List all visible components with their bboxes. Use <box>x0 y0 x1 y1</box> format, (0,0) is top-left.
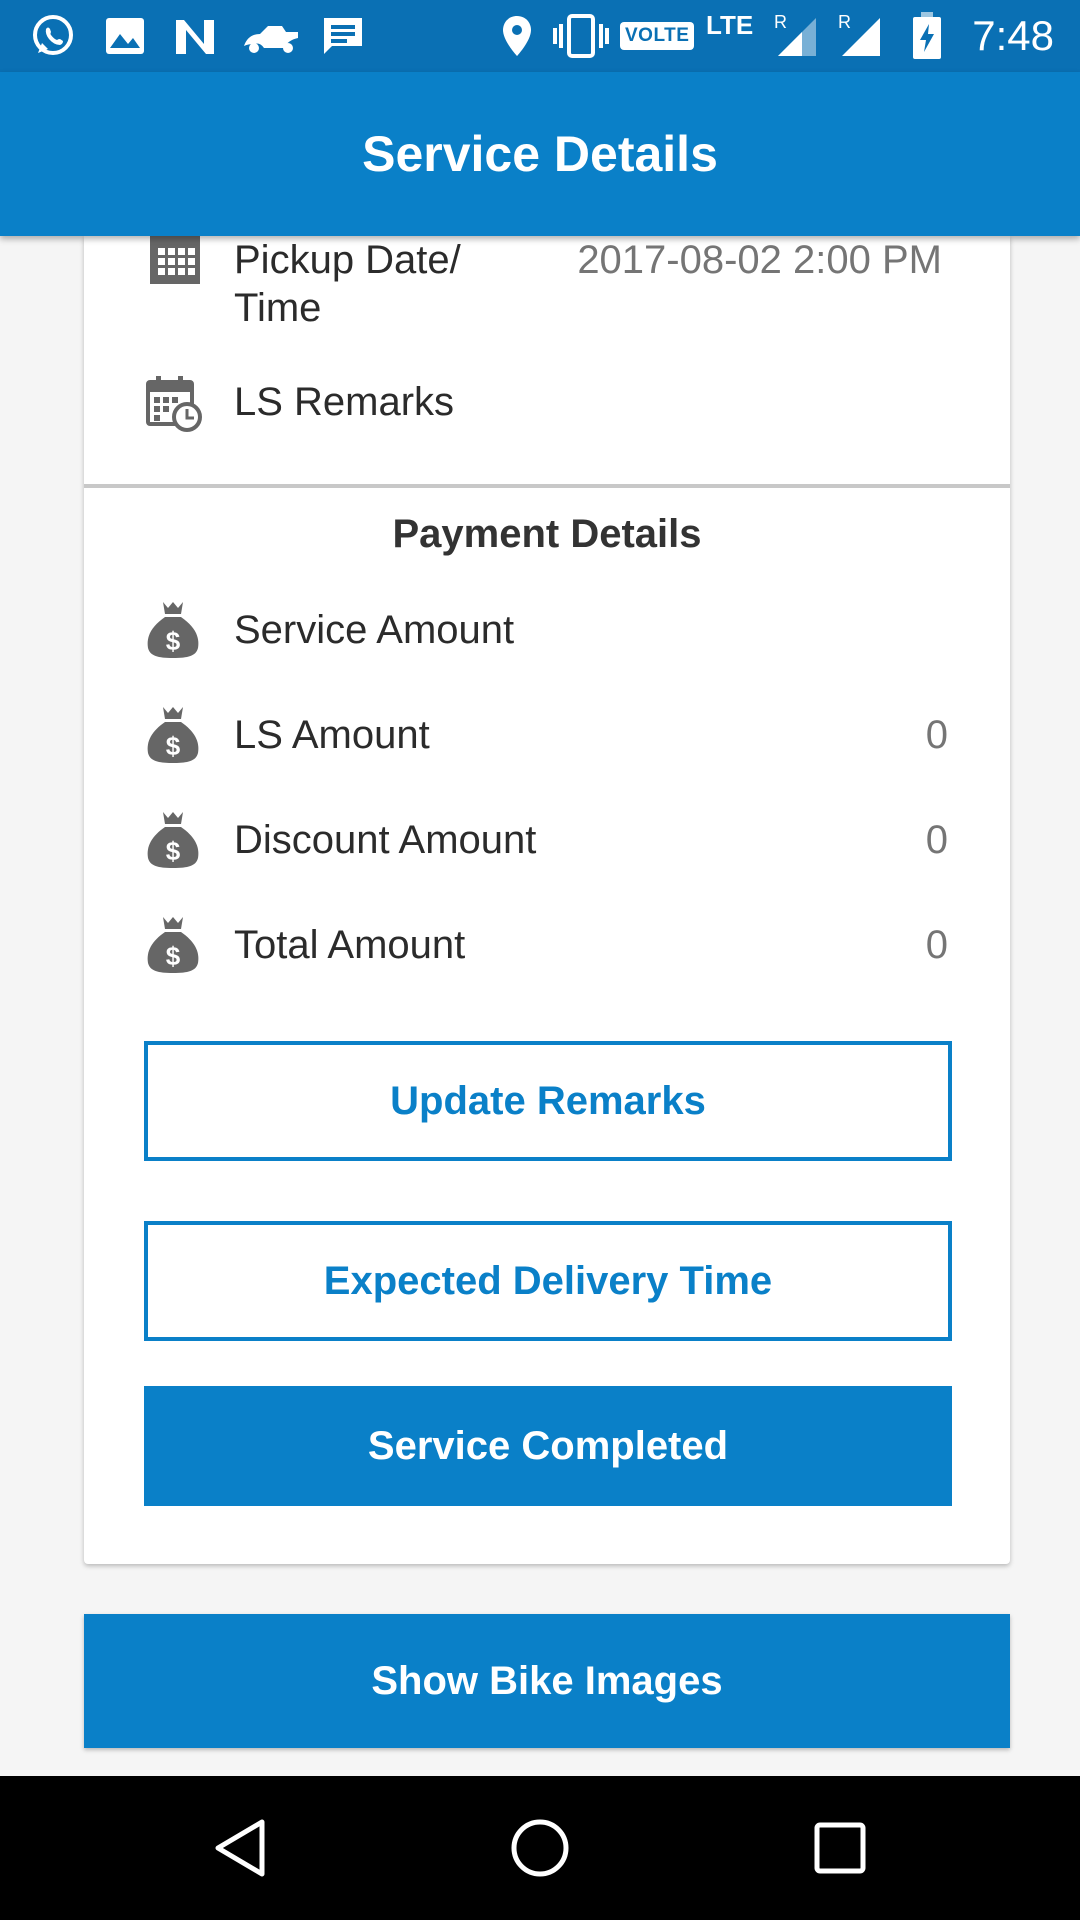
calendar-icon <box>148 236 202 284</box>
money-bag-icon: $ <box>146 705 200 765</box>
volte-label: VOLTE <box>620 22 695 50</box>
roaming-label: R <box>838 12 851 32</box>
money-bag-icon: $ <box>146 600 200 660</box>
payment-label: LS Amount <box>234 713 430 757</box>
location-icon <box>500 14 534 58</box>
payment-value: 0 <box>925 818 948 862</box>
payment-value: 0 <box>925 713 948 757</box>
n-app-icon <box>172 14 218 58</box>
recents-icon[interactable] <box>804 1812 876 1884</box>
expected-delivery-time-button[interactable]: Expected Delivery Time <box>144 1221 952 1341</box>
total-amount-row: $ Total Amount 0 <box>84 917 1010 991</box>
pickup-label-line2: Time <box>234 286 322 330</box>
payment-details-title: Payment Details <box>392 512 702 556</box>
lte-label-wrap: LTE <box>706 10 753 54</box>
svg-text:$: $ <box>166 941 181 971</box>
money-bag-icon: $ <box>146 810 200 870</box>
ls-remarks-label: LS Remarks <box>234 380 455 424</box>
vibrate-icon <box>552 14 610 58</box>
money-bag-icon: $ <box>146 915 200 975</box>
navigation-bar <box>0 1776 1080 1920</box>
pickup-label-line1: Pickup Date/ <box>234 238 461 282</box>
battery-charging-icon <box>912 12 942 59</box>
payment-value: 0 <box>925 923 948 967</box>
svg-text:$: $ <box>166 836 181 866</box>
pickup-datetime-row: Pickup Date/ Time 2017-08-02 2:00 PM <box>84 236 1010 346</box>
update-remarks-button[interactable]: Update Remarks <box>144 1041 952 1161</box>
roaming-label: R <box>774 12 787 32</box>
service-completed-button[interactable]: Service Completed <box>144 1386 952 1506</box>
pickup-datetime-label: Pickup Date/ Time <box>234 236 461 332</box>
status-bar: VOLTE LTE R R 7:48 <box>0 0 1080 72</box>
payment-label: Service Amount <box>234 608 515 652</box>
calendar-clock-icon <box>146 376 202 436</box>
back-icon[interactable] <box>204 1812 276 1884</box>
page-title: Service Details <box>362 126 718 182</box>
signal-icon: R <box>772 12 820 58</box>
bike-app-icon <box>242 14 300 58</box>
pickup-datetime-value: 2017-08-02 2:00 PM <box>577 238 942 282</box>
app-bar: Service Details <box>0 72 1080 236</box>
show-bike-images-button[interactable]: Show Bike Images <box>84 1614 1010 1748</box>
svg-text:$: $ <box>166 626 181 656</box>
discount-amount-row: $ Discount Amount 0 <box>84 812 1010 886</box>
service-details-card: Pickup Date/ Time 2017-08-02 2:00 PM LS … <box>84 236 1010 1564</box>
payment-label: Total Amount <box>234 923 466 967</box>
home-icon[interactable] <box>504 1812 576 1884</box>
signal-icon: R <box>836 12 884 58</box>
whatsapp-icon <box>30 14 76 58</box>
payment-label: Discount Amount <box>234 818 537 862</box>
svg-text:$: $ <box>166 731 181 761</box>
lte-label: LTE <box>706 10 754 40</box>
gallery-icon <box>104 14 146 58</box>
section-divider <box>84 484 1010 488</box>
ls-amount-row: $ LS Amount 0 <box>84 707 1010 781</box>
message-icon <box>322 14 364 58</box>
volte-icon: VOLTE <box>620 14 695 58</box>
ls-remarks-row: LS Remarks <box>84 376 1010 456</box>
clock: 7:48 <box>972 12 1054 59</box>
service-amount-row: $ Service Amount <box>84 602 1010 676</box>
